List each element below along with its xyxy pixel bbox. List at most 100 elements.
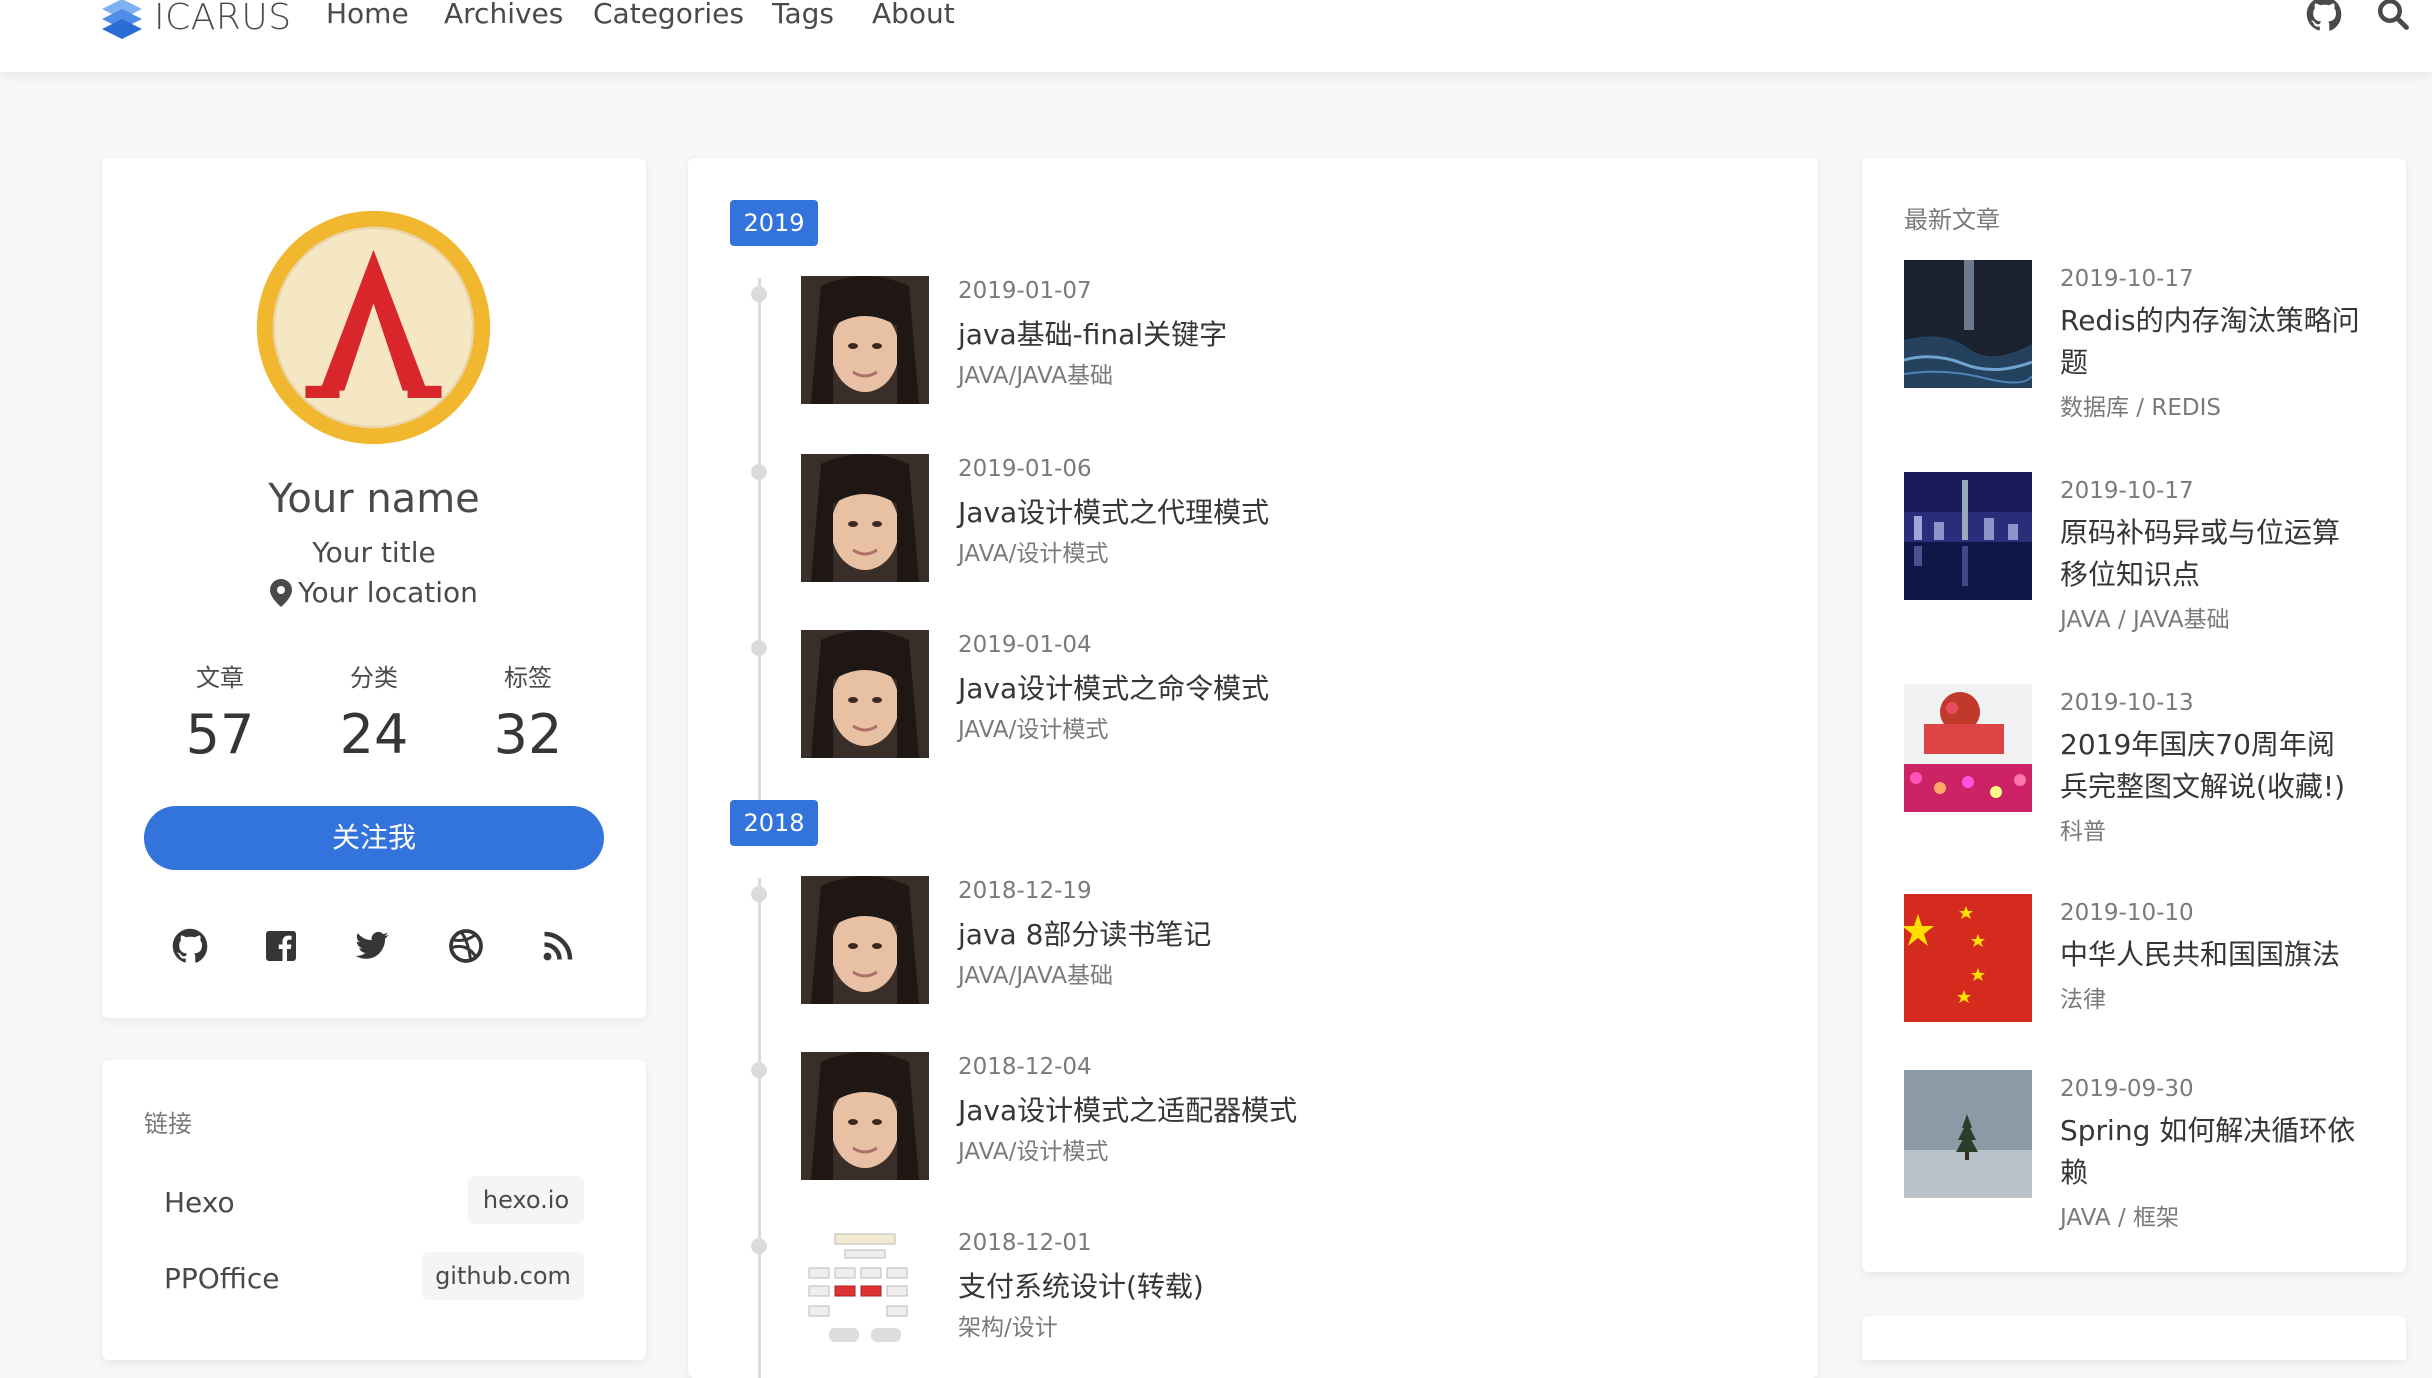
timeline-line [758, 278, 761, 838]
profile-card: Your name Your title Your location 文章 57… [102, 158, 646, 1018]
recent-thumbnail[interactable] [1904, 472, 2032, 600]
stat-value: 57 [185, 703, 255, 766]
recent-category[interactable]: JAVA / JAVA基础 [2060, 600, 2230, 634]
map-marker-icon [270, 578, 293, 607]
nav-archives[interactable]: Archives [444, 0, 563, 34]
timeline-line [758, 878, 761, 1378]
profile-location: Your location [102, 576, 646, 609]
recent-date: 2019-10-13 [2060, 690, 2194, 716]
stat-value: 32 [493, 703, 563, 766]
avatar [256, 210, 491, 445]
city-night-image [1904, 472, 2032, 600]
recent-thumbnail[interactable] [1904, 1070, 2032, 1198]
facebook-icon[interactable] [263, 928, 299, 964]
next-widget-card [1862, 1316, 2406, 1360]
tree-landscape-image [1904, 1070, 2032, 1198]
post-thumbnail[interactable] [801, 876, 929, 1004]
recent-thumbnail[interactable] [1904, 260, 2032, 388]
nav-tags[interactable]: Tags [772, 0, 834, 34]
recent-category[interactable]: 科普 [2060, 812, 2106, 846]
flower-basket-image [1904, 684, 2032, 812]
timeline-dot [751, 464, 767, 480]
post-thumbnail[interactable] [801, 1228, 929, 1356]
location-text: Your location [298, 576, 478, 609]
link-host-tag[interactable]: hexo.io [468, 1176, 584, 1224]
rss-icon[interactable] [540, 928, 576, 964]
archive-card: 2019 2019-01-07 java基础-final关键字 JAVA/JAV… [688, 158, 1818, 1378]
post-title[interactable]: 支付系统设计(转载) [958, 1265, 1204, 1305]
nav-about[interactable]: About [872, 0, 955, 34]
logo-icon [102, 0, 142, 39]
recent-category[interactable]: 数据库 / REDIS [2060, 388, 2221, 422]
timeline-dot [751, 886, 767, 902]
timeline-dot [751, 1238, 767, 1254]
timeline-dot [751, 286, 767, 302]
post-thumbnail[interactable] [801, 630, 929, 758]
post-category[interactable]: JAVA/JAVA基础 [958, 356, 1113, 390]
post-title[interactable]: java 8部分读书笔记 [958, 913, 1211, 953]
portrait-image [801, 454, 929, 582]
stat-label: 标签 [504, 664, 552, 692]
recent-title[interactable]: Redis的内存淘汰策略问题 [2060, 300, 2360, 384]
portrait-image [801, 876, 929, 1004]
follow-button[interactable]: 关注我 [144, 806, 604, 870]
flag-image [1904, 894, 2032, 1022]
post-title[interactable]: Java设计模式之命令模式 [958, 667, 1269, 707]
stat-categories[interactable]: 分类 24 [299, 658, 449, 766]
link-host-tag[interactable]: github.com [422, 1252, 584, 1300]
stat-label: 文章 [196, 664, 244, 692]
nav-categories[interactable]: Categories [593, 0, 744, 34]
year-tag[interactable]: 2019 [730, 200, 818, 246]
github-icon[interactable] [2306, 0, 2342, 32]
post-title[interactable]: Java设计模式之代理模式 [958, 491, 1269, 531]
recent-category[interactable]: JAVA / 框架 [2060, 1198, 2179, 1232]
nav-home[interactable]: Home [326, 0, 409, 34]
navbar: ICARUS Home Archives Categories Tags Abo… [0, 0, 2432, 72]
search-icon[interactable] [2375, 0, 2411, 32]
post-date: 2018-12-01 [958, 1230, 1092, 1256]
recent-thumbnail[interactable] [1904, 894, 2032, 1022]
recent-category[interactable]: 法律 [2060, 980, 2106, 1014]
recent-date: 2019-09-30 [2060, 1076, 2194, 1102]
post-title[interactable]: Java设计模式之适配器模式 [958, 1089, 1297, 1129]
diagram-image [801, 1228, 929, 1356]
stat-tags[interactable]: 标签 32 [453, 658, 603, 766]
portrait-image [801, 276, 929, 404]
stat-label: 分类 [350, 664, 398, 692]
recent-posts-card: 最新文章 2019-10-17 Redis的内存淘汰策略问题 数据库 / RED… [1862, 158, 2406, 1272]
github-icon[interactable] [172, 928, 208, 964]
recent-title[interactable]: Spring 如何解决循环依赖 [2060, 1110, 2360, 1194]
post-category[interactable]: 架构/设计 [958, 1308, 1058, 1342]
post-date: 2018-12-19 [958, 878, 1092, 904]
recent-date: 2019-10-10 [2060, 900, 2194, 926]
portrait-image [801, 630, 929, 758]
links-card: 链接 Hexo hexo.io PPOffice github.com [102, 1060, 646, 1360]
recent-date: 2019-10-17 [2060, 266, 2194, 292]
site-logo[interactable]: ICARUS [100, 0, 292, 42]
recent-thumbnail[interactable] [1904, 684, 2032, 812]
link-ppoffice[interactable]: PPOffice [164, 1262, 280, 1295]
recent-title[interactable]: 原码补码异或与位运算移位知识点 [2060, 512, 2360, 596]
post-date: 2019-01-07 [958, 278, 1092, 304]
post-category[interactable]: JAVA/JAVA基础 [958, 956, 1113, 990]
recent-title[interactable]: 2019年国庆70周年阅兵完整图文解说(收藏!) [2060, 724, 2360, 808]
post-thumbnail[interactable] [801, 276, 929, 404]
profile-name: Your name [268, 476, 480, 522]
post-thumbnail[interactable] [801, 454, 929, 582]
timeline-dot [751, 640, 767, 656]
twitter-icon[interactable] [354, 928, 390, 964]
post-category[interactable]: JAVA/设计模式 [958, 1132, 1108, 1166]
portrait-image [801, 1052, 929, 1180]
year-tag[interactable]: 2018 [730, 800, 818, 846]
post-date: 2018-12-04 [958, 1054, 1092, 1080]
post-title[interactable]: java基础-final关键字 [958, 313, 1227, 353]
link-hexo[interactable]: Hexo [164, 1186, 235, 1219]
stat-posts[interactable]: 文章 57 [145, 658, 295, 766]
recent-title[interactable]: 中华人民共和国国旗法 [2060, 934, 2360, 976]
dribbble-icon[interactable] [448, 928, 484, 964]
post-category[interactable]: JAVA/设计模式 [958, 710, 1108, 744]
post-category[interactable]: JAVA/设计模式 [958, 534, 1108, 568]
timeline-dot [751, 1062, 767, 1078]
post-thumbnail[interactable] [801, 1052, 929, 1180]
stat-value: 24 [339, 703, 409, 766]
